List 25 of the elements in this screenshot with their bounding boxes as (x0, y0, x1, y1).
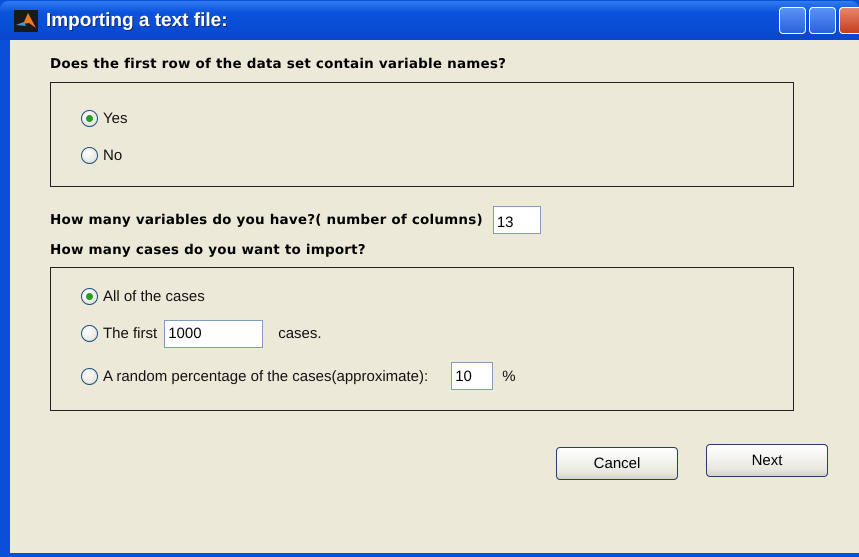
cancel-button[interactable]: Cancel (556, 447, 678, 480)
unit-label: cases. (278, 325, 322, 342)
variable-count-field[interactable]: 13 (492, 206, 541, 234)
percentage-field[interactable]: 10 (451, 362, 494, 390)
radio-button[interactable] (81, 368, 98, 384)
question-label: Does the first row of the data set contain variable names? (50, 56, 508, 72)
radio-label: A random percentage of the cases(approximate): (103, 368, 428, 384)
radio-button[interactable] (81, 147, 98, 164)
close-button[interactable] (839, 7, 859, 34)
question-label: How many variables do you have?( number of columns) (50, 212, 483, 228)
radio-button[interactable] (81, 325, 98, 342)
radio-button[interactable] (81, 288, 98, 305)
radio-label: No (103, 147, 122, 164)
radio-button[interactable] (81, 110, 98, 127)
unit-label: % (502, 368, 516, 384)
app-logo-icon (14, 10, 38, 32)
radio-label: The first (103, 325, 158, 342)
window-title: Importing a text file: (46, 10, 229, 32)
radio-label: Yes (103, 110, 128, 127)
maximize-button[interactable] (809, 7, 836, 34)
case-count-field[interactable]: 1000 (164, 320, 264, 348)
minimize-button[interactable] (779, 7, 806, 34)
next-button[interactable]: Next (706, 444, 828, 477)
radio-label: All of the cases (103, 288, 205, 305)
question-label: How many cases do you want to import? (50, 242, 367, 258)
